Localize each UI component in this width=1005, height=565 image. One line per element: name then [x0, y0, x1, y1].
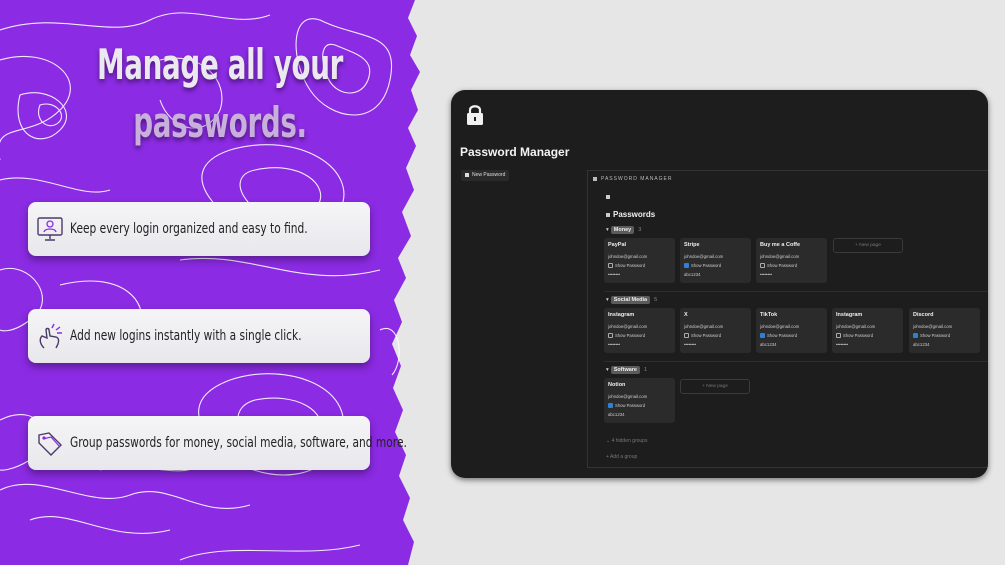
page-title: Password Manager	[460, 145, 570, 159]
card-password: ••••••••	[836, 342, 849, 347]
show-password-checkbox[interactable]	[913, 333, 918, 338]
show-password-checkbox[interactable]	[684, 333, 689, 338]
card-password: abc1234	[913, 342, 930, 347]
password-card[interactable]: Buy me a Coffe johndoe@gmail.com Show Pass…	[756, 238, 827, 283]
new-page-button[interactable]: + New page	[680, 379, 750, 394]
show-password-label: Show Password	[767, 263, 798, 268]
password-card[interactable]: Discord johndoe@gmail.com Show Password abc…	[909, 308, 980, 353]
group-header-social-media[interactable]: ▾ Social Media 5	[606, 296, 657, 304]
show-password-checkbox[interactable]	[608, 403, 613, 408]
password-card[interactable]: TikTok johndoe@gmail.com Show Password abc1…	[756, 308, 827, 353]
feature-card-organize: Keep every login organized and easy to f…	[28, 202, 370, 256]
group-tag: Software	[610, 366, 640, 374]
group-tag: Money	[610, 226, 635, 234]
lock-mini-icon	[465, 172, 469, 177]
show-password-checkbox[interactable]	[684, 263, 689, 268]
panel-header-label: PASSWORD MANAGER	[601, 176, 673, 182]
hand-tap-icon	[39, 323, 62, 349]
card-title: Discord	[913, 312, 934, 318]
group-count: 3	[638, 227, 642, 233]
password-card[interactable]: Stripe johndoe@gmail.com Show Password abc1…	[680, 238, 751, 283]
feature-text-organize: Keep every login organized and easy to f…	[70, 221, 308, 237]
new-password-button[interactable]: New Password	[461, 170, 510, 181]
show-password-label: Show Password	[767, 333, 798, 338]
show-password-label: Show Password	[843, 333, 874, 338]
card-email: johndoe@gmail.com	[608, 394, 648, 399]
group-count: 5	[654, 297, 658, 303]
new-password-label: New Password	[472, 172, 506, 178]
show-password-label: Show Password	[920, 333, 951, 338]
card-email: johndoe@gmail.com	[760, 324, 800, 329]
card-title: PayPal	[608, 242, 627, 248]
card-email: johndoe@gmail.com	[836, 324, 876, 329]
feature-card-group: Group passwords for money, social media,…	[28, 416, 407, 470]
card-email: johndoe@gmail.com	[913, 324, 953, 329]
show-password-label: Show Password	[691, 263, 722, 268]
card-password: ••••••••	[608, 342, 621, 347]
password-card[interactable]: Notion johndoe@gmail.com Show Password abc1…	[604, 378, 675, 423]
show-password-label: Show Password	[615, 263, 646, 268]
feature-text-add: Add new logins instantly with a single c…	[70, 328, 302, 344]
tags-icon	[38, 432, 62, 456]
card-title: Instagram	[608, 312, 635, 318]
group-count: 1	[644, 367, 648, 373]
database-title-label: Passwords	[613, 210, 656, 219]
group-header-software[interactable]: ▾ Software 1	[606, 366, 647, 374]
password-card[interactable]: Xjohndoe@gmail.com Show Password ••••••••	[680, 308, 751, 353]
card-title: TikTok	[760, 312, 778, 318]
lock-mini-icon	[606, 212, 610, 217]
card-email: johndoe@gmail.com	[608, 324, 648, 329]
show-password-checkbox[interactable]	[608, 333, 613, 338]
show-password-label: Show Password	[615, 403, 646, 408]
password-manager-panel: PASSWORD MANAGER Passwords ▾ Money 3 PayPa…	[587, 170, 988, 468]
card-title: Instagram	[836, 312, 863, 318]
password-card[interactable]: Instagram johndoe@gmail.com Show Password •…	[832, 308, 903, 353]
password-card[interactable]: PayPal johndoe@gmail.com Show Password ••••…	[604, 238, 675, 283]
card-password: ••••••••	[760, 272, 773, 277]
headline-line-2: passwords.	[133, 98, 307, 147]
hidden-groups-toggle[interactable]: ⌄ 4 hidden groups	[606, 438, 647, 444]
card-title: Notion	[608, 382, 626, 388]
lock-mini-icon	[593, 176, 597, 181]
card-email: johndoe@gmail.com	[608, 254, 648, 259]
card-password: ••••••••	[608, 272, 621, 277]
lock-mini-icon	[606, 195, 610, 199]
show-password-label: Show Password	[691, 333, 722, 338]
feature-card-add: Add new logins instantly with a single c…	[28, 309, 370, 363]
card-password: abc1234	[608, 412, 625, 417]
card-password: ••••••••	[684, 342, 697, 347]
lock-icon	[467, 105, 483, 125]
show-password-checkbox[interactable]	[608, 263, 613, 268]
new-page-button[interactable]: + New page	[833, 238, 903, 253]
card-email: johndoe@gmail.com	[760, 254, 800, 259]
card-email: johndoe@gmail.com	[684, 324, 724, 329]
divider	[604, 291, 988, 292]
show-password-label: Show Password	[615, 333, 646, 338]
group-header-money[interactable]: ▾ Money 3	[606, 226, 641, 234]
password-card[interactable]: Instagram johndoe@gmail.com Show Password •…	[604, 308, 675, 353]
notion-window: Password Manager New Password PASSWORD M…	[451, 90, 988, 478]
show-password-checkbox[interactable]	[760, 333, 765, 338]
feature-text-group: Group passwords for money, social media,…	[70, 435, 407, 451]
show-password-checkbox[interactable]	[836, 333, 841, 338]
monitor-user-icon	[37, 217, 63, 241]
card-title: Stripe	[684, 242, 700, 248]
hidden-groups-label: 4 hidden groups	[611, 438, 648, 444]
card-email: johndoe@gmail.com	[684, 254, 724, 259]
panel-header: PASSWORD MANAGER	[593, 176, 672, 182]
card-password: abc1234	[684, 272, 701, 277]
group-tag: Social Media	[610, 296, 651, 304]
card-password: abc1234	[760, 342, 777, 347]
show-password-checkbox[interactable]	[760, 263, 765, 268]
headline-line-1: Manage all your	[97, 40, 343, 89]
divider	[604, 361, 988, 362]
card-title: X	[684, 312, 688, 318]
database-title: Passwords	[606, 210, 655, 219]
add-group-button[interactable]: + Add a group	[606, 454, 637, 460]
card-title: Buy me a Coffe	[760, 242, 801, 248]
